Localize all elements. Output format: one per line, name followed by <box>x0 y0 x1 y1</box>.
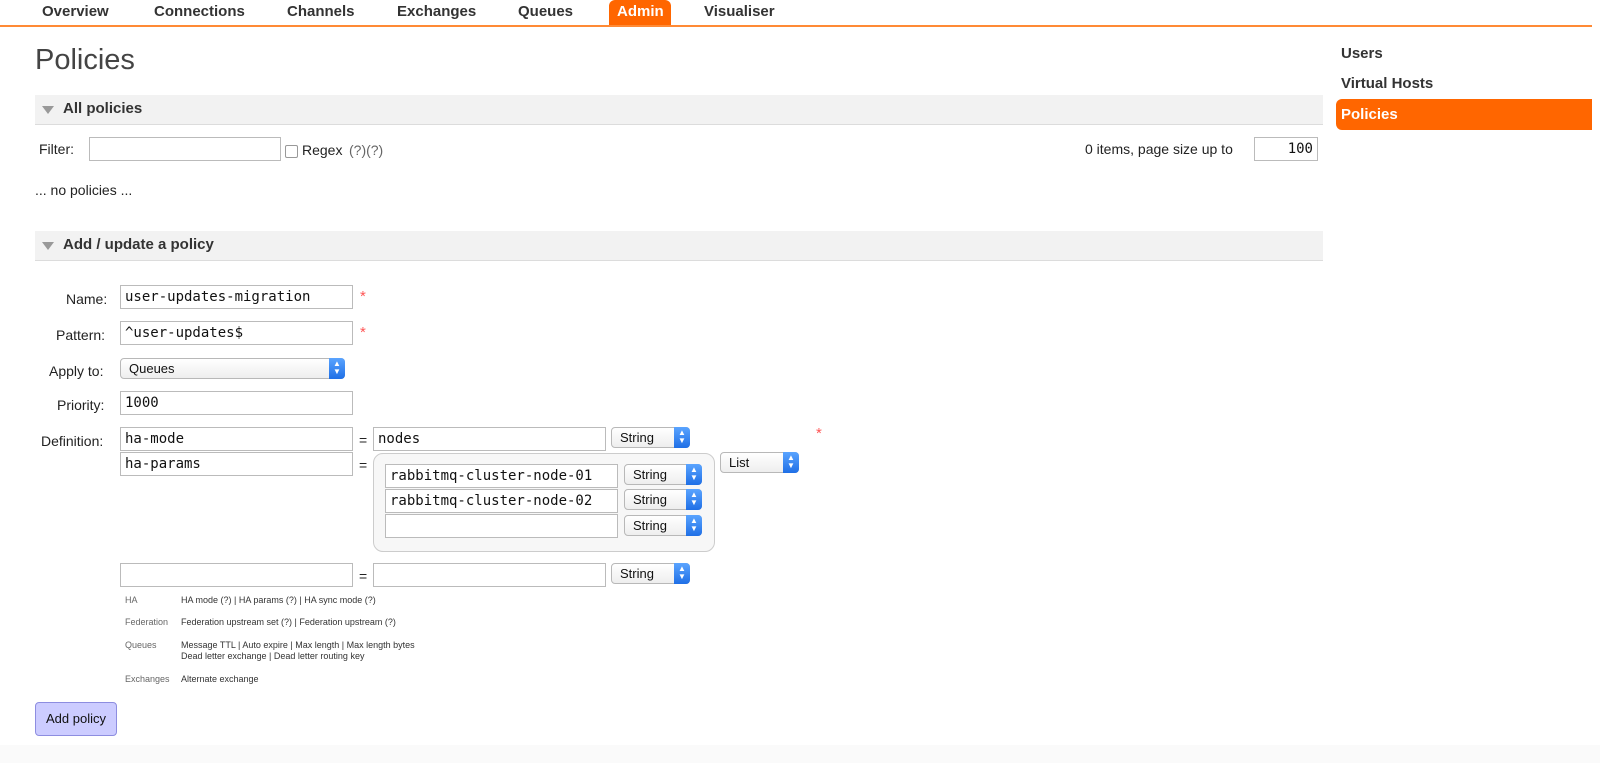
equals-sign: = <box>359 432 368 448</box>
list-value-input[interactable]: rabbitmq-cluster-node-02 <box>385 489 618 513</box>
sidebar-item-virtual-hosts[interactable]: Virtual Hosts <box>1336 68 1592 99</box>
definition-type-value: List <box>729 455 750 470</box>
select-arrows-icon: ▲ ▼ <box>686 489 702 510</box>
definition-type-select[interactable]: String ▲ ▼ <box>611 563 690 584</box>
definition-type-select[interactable]: String ▲ ▼ <box>611 427 690 448</box>
list-value-input[interactable] <box>385 514 618 538</box>
tab-connections[interactable]: Connections <box>146 0 253 25</box>
definition-value-input[interactable] <box>373 563 606 587</box>
add-policy-title: Add / update a policy <box>63 236 214 253</box>
page-size-input[interactable]: 100 <box>1254 137 1318 161</box>
help-links-federation[interactable]: Federation upstream set (?) | Federation… <box>181 617 396 627</box>
tab-channels[interactable]: Channels <box>279 0 363 25</box>
definition-value-input[interactable]: nodes <box>373 427 606 451</box>
name-input[interactable]: user-updates-migration <box>120 285 353 309</box>
pattern-input[interactable]: ^user-updates$ <box>120 321 353 345</box>
help-category-queues: Queues <box>125 640 157 650</box>
all-policies-header[interactable]: All policies <box>35 95 1323 125</box>
list-value-type: String <box>633 518 667 533</box>
tab-queues[interactable]: Queues <box>510 0 581 25</box>
list-value-type-select[interactable]: String ▲ ▼ <box>624 515 702 536</box>
regex-help-links[interactable]: (?)(?) <box>349 142 383 158</box>
filter-label: Filter: <box>39 141 74 157</box>
regex-label: Regex <box>302 142 343 158</box>
regex-checkbox[interactable] <box>285 145 298 158</box>
add-policy-header[interactable]: Add / update a policy <box>35 231 1323 261</box>
definition-key-input[interactable]: ha-mode <box>120 427 353 451</box>
definition-list-type-select[interactable]: List ▲ ▼ <box>720 452 799 473</box>
required-marker: * <box>360 288 366 305</box>
help-links-queues-2[interactable]: Dead letter exchange | Dead letter routi… <box>181 651 364 661</box>
pattern-label: Pattern: <box>56 327 106 343</box>
list-value-type-select[interactable]: String ▲ ▼ <box>624 464 702 485</box>
equals-sign: = <box>359 457 368 473</box>
definition-key-input[interactable] <box>120 563 353 587</box>
page-title: Policies <box>35 44 135 76</box>
list-value-type: String <box>633 492 667 507</box>
triangle-down-icon <box>42 106 54 114</box>
apply-to-value: Queues <box>129 361 175 376</box>
help-links-queues[interactable]: Message TTL | Auto expire | Max length |… <box>181 640 415 650</box>
top-nav: Overview Connections Channels Exchanges … <box>0 0 1592 27</box>
tab-overview[interactable]: Overview <box>34 0 117 25</box>
priority-label: Priority: <box>57 397 105 413</box>
definition-type-value: String <box>620 430 654 445</box>
items-count-text: 0 items, page size up to <box>1085 141 1233 157</box>
required-marker: * <box>816 425 822 442</box>
list-value-type: String <box>633 467 667 482</box>
apply-to-select[interactable]: Queues ▲ ▼ <box>120 358 345 379</box>
help-category-federation: Federation <box>125 617 169 627</box>
select-arrows-icon: ▲ ▼ <box>674 427 690 448</box>
page-footer <box>0 745 1600 763</box>
select-arrows-icon: ▲ ▼ <box>686 464 702 485</box>
no-policies-text: ... no policies ... <box>35 182 133 198</box>
tab-admin[interactable]: Admin <box>609 0 671 25</box>
priority-input[interactable]: 1000 <box>120 391 353 415</box>
list-value-input[interactable]: rabbitmq-cluster-node-01 <box>385 464 618 488</box>
select-arrows-icon: ▲ ▼ <box>783 452 799 473</box>
filter-input[interactable] <box>89 137 281 161</box>
equals-sign: = <box>359 568 368 584</box>
definition-label: Definition: <box>41 433 104 449</box>
definition-key-input[interactable]: ha-params <box>120 452 353 476</box>
help-category-exchanges: Exchanges <box>125 674 170 684</box>
add-policy-button[interactable]: Add policy <box>35 702 117 736</box>
definition-type-value: String <box>620 566 654 581</box>
triangle-down-icon <box>42 242 54 250</box>
name-label: Name: <box>66 291 108 307</box>
select-arrows-icon: ▲ ▼ <box>674 563 690 584</box>
tab-exchanges[interactable]: Exchanges <box>389 0 484 25</box>
help-links-ha[interactable]: HA mode (?) | HA params (?) | HA sync mo… <box>181 595 376 605</box>
all-policies-title: All policies <box>63 100 143 117</box>
help-category-ha: HA <box>125 595 138 605</box>
select-arrows-icon: ▲ ▼ <box>329 358 345 379</box>
apply-to-label: Apply to: <box>49 363 104 379</box>
list-value-type-select[interactable]: String ▲ ▼ <box>624 489 702 510</box>
select-arrows-icon: ▲ ▼ <box>686 515 702 536</box>
sidebar-item-policies[interactable]: Policies <box>1336 99 1592 130</box>
sidebar-item-users[interactable]: Users <box>1336 38 1592 69</box>
tab-visualiser[interactable]: Visualiser <box>696 0 783 25</box>
help-links-exchanges[interactable]: Alternate exchange <box>181 674 259 684</box>
required-marker: * <box>360 324 366 341</box>
